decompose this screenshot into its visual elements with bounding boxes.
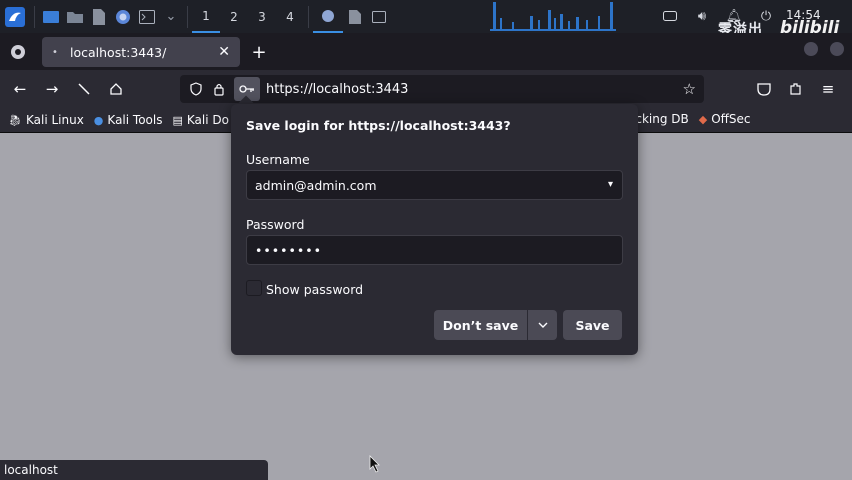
terminal-window-icon[interactable] xyxy=(367,0,391,33)
kali-tools-icon: ● xyxy=(93,113,104,127)
home-button[interactable] xyxy=(100,74,132,104)
kali-docs-icon: ▤ xyxy=(172,113,183,127)
chevron-down-icon xyxy=(538,322,547,328)
bookmark-label: Kali Tools xyxy=(107,113,163,127)
show-desktop-icon[interactable] xyxy=(39,0,63,33)
chevron-down-icon[interactable]: ⌄ xyxy=(159,0,183,33)
firefox-view-button[interactable] xyxy=(0,33,36,70)
workspace-1[interactable]: 1 xyxy=(192,0,220,33)
back-button[interactable]: ← xyxy=(4,74,36,104)
bookmark-kali-tools[interactable]: ● Kali Tools xyxy=(94,113,163,127)
kali-icon: 🐉︎ xyxy=(8,113,22,127)
show-password-checkbox[interactable] xyxy=(246,280,262,296)
volume-icon[interactable]: 🔊︎ xyxy=(686,0,718,33)
mouse-cursor-icon xyxy=(369,455,380,473)
screen-icon[interactable] xyxy=(654,0,686,33)
dont-save-button[interactable]: Don’t save xyxy=(434,310,527,340)
url-bar[interactable]: https://localhost:3443 ☆ xyxy=(180,75,704,103)
chevron-down-icon[interactable]: ▾ xyxy=(608,179,613,190)
text-editor-icon[interactable] xyxy=(87,0,111,33)
menu-hamburger-icon[interactable]: ≡ xyxy=(812,74,844,104)
more-options-dropdown-button[interactable] xyxy=(528,310,557,340)
password-value: •••••••• xyxy=(255,242,322,258)
taskbar-separator xyxy=(187,5,188,28)
stop-button[interactable] xyxy=(68,74,100,104)
taskbar-separator xyxy=(308,5,309,28)
close-icon[interactable]: ✕ xyxy=(218,44,230,60)
password-field[interactable]: •••••••• xyxy=(246,235,623,265)
bookmark-kali-docs[interactable]: ▤ Kali Do xyxy=(172,113,228,127)
terminal-icon[interactable] xyxy=(135,0,159,33)
window-control-icon[interactable] xyxy=(830,42,844,56)
extensions-icon[interactable] xyxy=(780,74,812,104)
popup-title: Save login for https://localhost:3443? xyxy=(246,118,511,133)
show-password-label[interactable]: Show password xyxy=(266,282,363,297)
dont-save-label: Don’t save xyxy=(442,317,519,333)
toolbar-right: ≡ xyxy=(748,74,844,104)
firefox-launcher-icon[interactable] xyxy=(111,0,135,33)
save-button[interactable]: Save xyxy=(563,310,622,340)
forward-button[interactable]: → xyxy=(36,74,68,104)
kali-dragon-icon xyxy=(5,6,25,27)
firefox-icon xyxy=(11,44,25,59)
page-favicon-icon: • xyxy=(52,46,58,58)
file-manager-icon[interactable] xyxy=(63,0,87,33)
lock-warning-icon[interactable] xyxy=(208,75,232,103)
save-label: Save xyxy=(575,317,610,333)
tab-title: localhost:3443/ xyxy=(70,44,167,60)
tracking-shield-icon[interactable] xyxy=(184,75,208,103)
cpu-graph xyxy=(490,2,616,31)
status-bar: localhost xyxy=(0,460,268,480)
bookmark-offsec[interactable]: ◆ OffSec xyxy=(699,112,751,126)
bookmark-label: OffSec xyxy=(711,112,751,126)
username-value: admin@admin.com xyxy=(255,177,377,193)
navigation-toolbar: ← → https://localhost:3443 ☆ ≡ xyxy=(0,70,852,108)
tab-localhost[interactable]: • localhost:3443/ ✕ xyxy=(42,37,240,67)
bookmark-label: Kali Do xyxy=(186,113,229,127)
tab-list-icon[interactable] xyxy=(804,42,818,56)
new-tab-button[interactable]: + xyxy=(248,37,270,67)
pocket-icon[interactable] xyxy=(748,74,780,104)
bookmark-label: Kali Linux xyxy=(25,113,84,127)
taskbar: ⌄ 1 2 3 4 🔊︎ 🔔︎ ⏻ 14:54 零溢出 bilibili xyxy=(0,0,852,38)
workspace-4[interactable]: 4 xyxy=(276,0,304,33)
bookmark-kali-linux[interactable]: 🐉︎ Kali Linux xyxy=(8,113,84,127)
workspace-2[interactable]: 2 xyxy=(220,0,248,33)
kali-menu-button[interactable] xyxy=(0,0,30,33)
save-login-popup: Save login for https://localhost:3443? U… xyxy=(231,104,638,355)
bookmarks-right-group: acking DB ◆ OffSec xyxy=(628,112,761,126)
username-label: Username xyxy=(246,152,310,167)
tabstrip-extra xyxy=(804,42,844,56)
document-window-icon[interactable] xyxy=(343,0,367,33)
password-label: Password xyxy=(246,217,305,232)
username-field[interactable]: admin@admin.com ▾ xyxy=(246,170,623,200)
firefox-window-icon[interactable] xyxy=(313,0,343,33)
stop-icon xyxy=(78,83,90,95)
bookmark-star-icon[interactable]: ☆ xyxy=(683,80,696,98)
url-text: https://localhost:3443 xyxy=(266,81,409,97)
offsec-icon: ◆ xyxy=(698,112,708,126)
taskbar-separator xyxy=(34,5,35,28)
home-icon xyxy=(110,83,122,95)
tab-strip: • localhost:3443/ ✕ + xyxy=(0,33,852,70)
workspace-3[interactable]: 3 xyxy=(248,0,276,33)
